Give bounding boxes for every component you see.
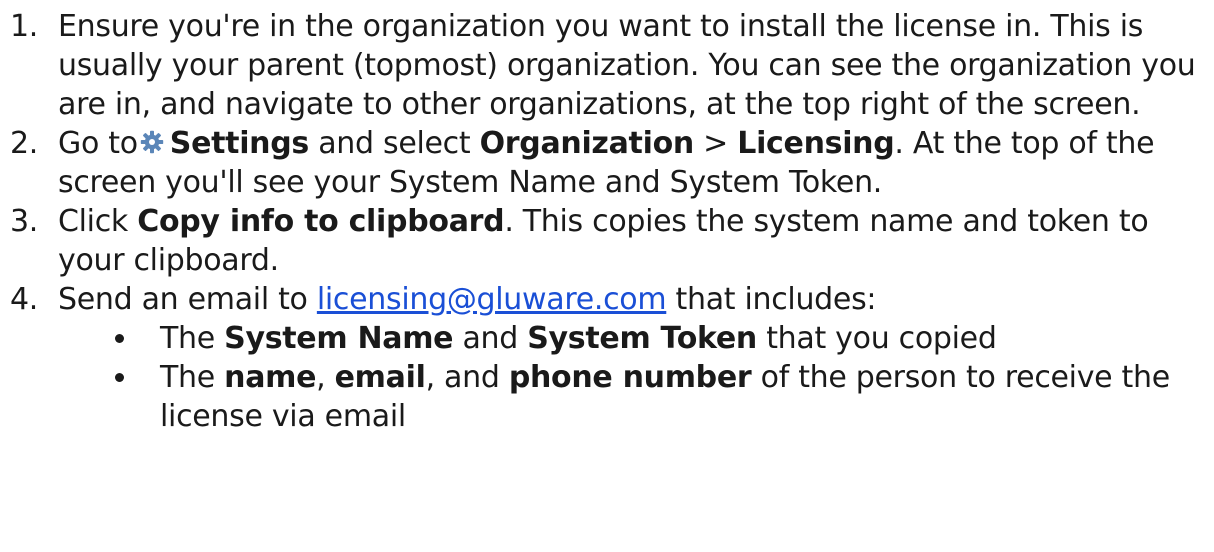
text-segment: , [316, 360, 335, 395]
text-segment: Click [58, 204, 138, 239]
step-number: 4. [10, 282, 39, 317]
organization-label: Organization [479, 126, 695, 161]
licensing-instructions: 1. Ensure you're in the organization you… [0, 0, 1214, 552]
copy-info-label: Copy info to clipboard [137, 204, 505, 239]
bullet-icon [115, 334, 124, 343]
text-segment: Send an email to [58, 282, 317, 317]
text-segment: The [160, 321, 225, 356]
step-number: 1. [10, 9, 39, 44]
text-segment: The [160, 360, 225, 395]
text-segment: that includes: [666, 282, 877, 317]
bullet-icon [115, 373, 124, 382]
text-segment: and [453, 321, 528, 356]
step-text: Ensure you're in the organization you wa… [58, 9, 1196, 122]
text-segment: > [693, 126, 738, 161]
settings-label: Settings [169, 126, 310, 161]
email-link[interactable]: licensing@gluware.com [317, 282, 667, 317]
text-segment: , and [425, 360, 509, 395]
step-number: 2. [10, 126, 39, 161]
email-contents-list: The System Name and System Token that yo… [58, 319, 1210, 436]
gear-icon [140, 125, 164, 154]
sub-item-contact-info: The name, email, and phone number of the… [58, 358, 1210, 436]
step-1: 1. Ensure you're in the organization you… [10, 7, 1210, 124]
email-label: email [334, 360, 426, 395]
system-name-label: System Name [224, 321, 454, 356]
step-text: Send an email to licensing@gluware.com t… [58, 282, 877, 317]
step-2: 2. Go to Settings and select Organization… [10, 124, 1210, 202]
text-segment: and select [308, 126, 480, 161]
system-token-label: System Token [527, 321, 757, 356]
step-text: Click Copy info to clipboard. This copie… [58, 204, 1149, 278]
step-3: 3. Click Copy info to clipboard. This co… [10, 202, 1210, 280]
name-label: name [224, 360, 317, 395]
text-segment: that you copied [756, 321, 997, 356]
licensing-label: Licensing [737, 126, 895, 161]
text-segment: Go to [58, 126, 138, 161]
steps-list: 1. Ensure you're in the organization you… [10, 7, 1210, 436]
sub-item-system-info: The System Name and System Token that yo… [58, 319, 1210, 358]
step-4: 4. Send an email to licensing@gluware.co… [10, 280, 1210, 436]
step-text: Go to Settings and select Organization > … [58, 125, 1155, 200]
phone-number-label: phone number [508, 360, 752, 395]
step-number: 3. [10, 204, 39, 239]
